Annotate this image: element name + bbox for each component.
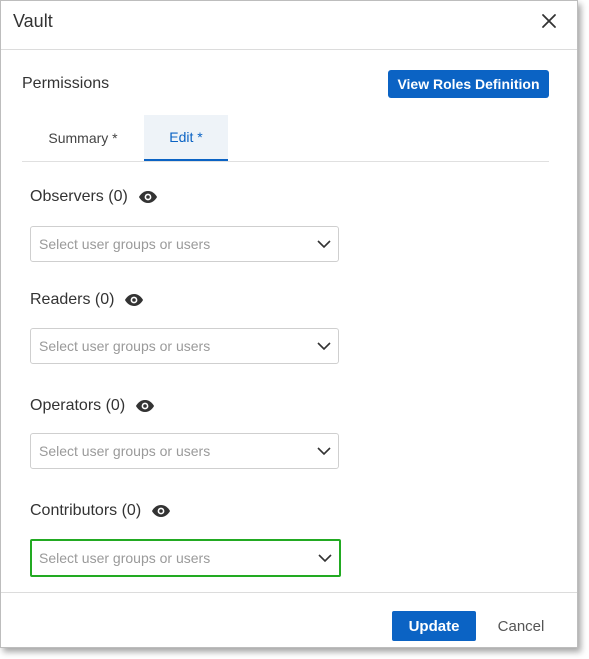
operators-label-row: Operators (0) xyxy=(30,397,155,415)
readers-label: Readers (0) xyxy=(30,291,115,308)
readers-select-placeholder: Select user groups or users xyxy=(39,338,211,354)
tab-summary[interactable]: Summary * xyxy=(22,115,144,160)
vault-dialog: Vault Permissions View Roles Definition … xyxy=(0,0,578,648)
eye-icon[interactable] xyxy=(135,399,155,413)
chevron-down-icon xyxy=(317,550,333,566)
operators-label: Operators (0) xyxy=(30,397,126,414)
cancel-button[interactable]: Cancel xyxy=(490,611,552,641)
observers-label: Observers (0) xyxy=(30,188,128,205)
observers-select[interactable]: Select user groups or users xyxy=(30,226,339,262)
contributors-select[interactable]: Select user groups or users xyxy=(30,539,341,577)
dialog-header: Vault xyxy=(1,1,577,50)
close-icon xyxy=(542,14,556,28)
operators-select-placeholder: Select user groups or users xyxy=(39,443,211,459)
permissions-tabs: Summary * Edit * xyxy=(22,115,549,162)
operators-select[interactable]: Select user groups or users xyxy=(30,433,339,469)
tab-edit[interactable]: Edit * xyxy=(144,115,228,161)
dialog-footer: Update Cancel xyxy=(1,592,577,648)
view-roles-definition-button[interactable]: View Roles Definition xyxy=(388,70,549,98)
eye-icon[interactable] xyxy=(124,293,144,307)
chevron-down-icon xyxy=(316,338,332,354)
readers-select[interactable]: Select user groups or users xyxy=(30,328,339,364)
contributors-label-row: Contributors (0) xyxy=(30,502,171,520)
chevron-down-icon xyxy=(316,236,332,252)
dialog-title: Vault xyxy=(13,11,53,31)
permissions-title: Permissions xyxy=(22,75,110,92)
close-button[interactable] xyxy=(537,9,561,33)
eye-icon[interactable] xyxy=(138,190,158,204)
observers-label-row: Observers (0) xyxy=(30,188,158,206)
eye-icon[interactable] xyxy=(151,504,171,518)
chevron-down-icon xyxy=(316,443,332,459)
observers-select-placeholder: Select user groups or users xyxy=(39,236,211,252)
contributors-select-placeholder: Select user groups or users xyxy=(39,550,211,566)
update-button[interactable]: Update xyxy=(392,611,476,641)
contributors-label: Contributors (0) xyxy=(30,502,142,519)
readers-label-row: Readers (0) xyxy=(30,291,144,309)
